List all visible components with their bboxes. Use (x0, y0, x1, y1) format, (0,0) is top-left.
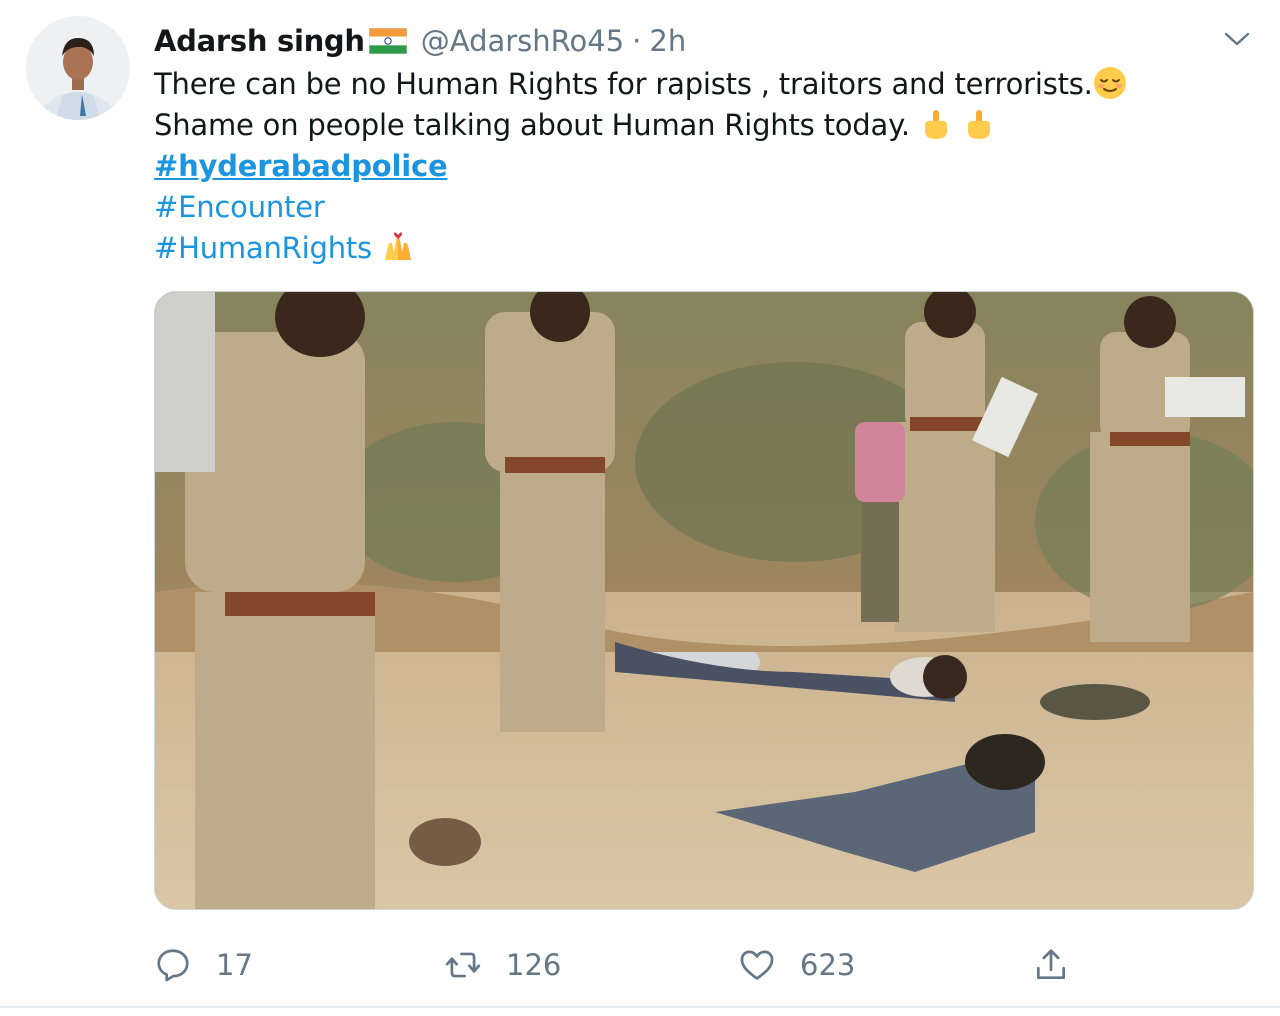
share-button[interactable] (1032, 935, 1070, 995)
reply-button[interactable]: 17 (154, 935, 253, 995)
india-flag-icon (368, 27, 408, 55)
tweet-card[interactable]: Adarsh singh @AdarshRo45 · 2h There can … (0, 0, 1280, 1016)
hashtag-link[interactable]: #Encounter (154, 190, 325, 224)
chevron-down-icon[interactable] (1222, 26, 1252, 52)
tweet-text-line: Shame on people talking about Human Righ… (154, 105, 1214, 146)
retweet-count: 126 (506, 948, 562, 982)
middle-finger-emoji-icon (962, 107, 996, 141)
reply-icon (157, 949, 189, 982)
header-separator: · (632, 24, 642, 58)
avatar[interactable] (26, 16, 130, 120)
middle-finger-emoji-icon (919, 107, 953, 141)
hashtag-link[interactable]: #HumanRights (154, 231, 372, 265)
tweet-text-line: There can be no Human Rights for rapists… (154, 64, 1214, 105)
tweet-actions: 17 126 623 (0, 935, 1280, 995)
share-icon (1036, 949, 1066, 980)
reply-count: 17 (216, 948, 253, 982)
tweet-timestamp[interactable]: 2h (649, 24, 686, 58)
raising-hands-emoji-icon (381, 230, 415, 264)
tweet-divider (0, 1006, 1280, 1008)
relieved-face-emoji-icon (1093, 66, 1127, 100)
author-display-name[interactable]: Adarsh singh (154, 24, 365, 58)
tweet-text-line-1: There can be no Human Rights for rapists… (154, 67, 1093, 101)
author-handle[interactable]: @AdarshRo45 (421, 24, 624, 58)
hashtag-line: #Encounter (154, 187, 1214, 228)
hashtag-line: #HumanRights (154, 228, 1214, 269)
like-count: 623 (800, 948, 856, 982)
hashtag-line: #hyderabadpolice (154, 146, 1214, 187)
hashtag-link[interactable]: #hyderabadpolice (154, 149, 448, 183)
tweet-photo[interactable] (154, 291, 1254, 910)
like-button[interactable]: 623 (738, 935, 855, 995)
tweet-text: There can be no Human Rights for rapists… (154, 64, 1214, 269)
tweet-text-line-2: Shame on people talking about Human Righ… (154, 108, 910, 142)
heart-icon (740, 950, 774, 980)
tweet-header: Adarsh singh @AdarshRo45 · 2h (154, 20, 686, 62)
retweet-button[interactable]: 126 (444, 935, 561, 995)
retweet-icon (445, 952, 481, 978)
